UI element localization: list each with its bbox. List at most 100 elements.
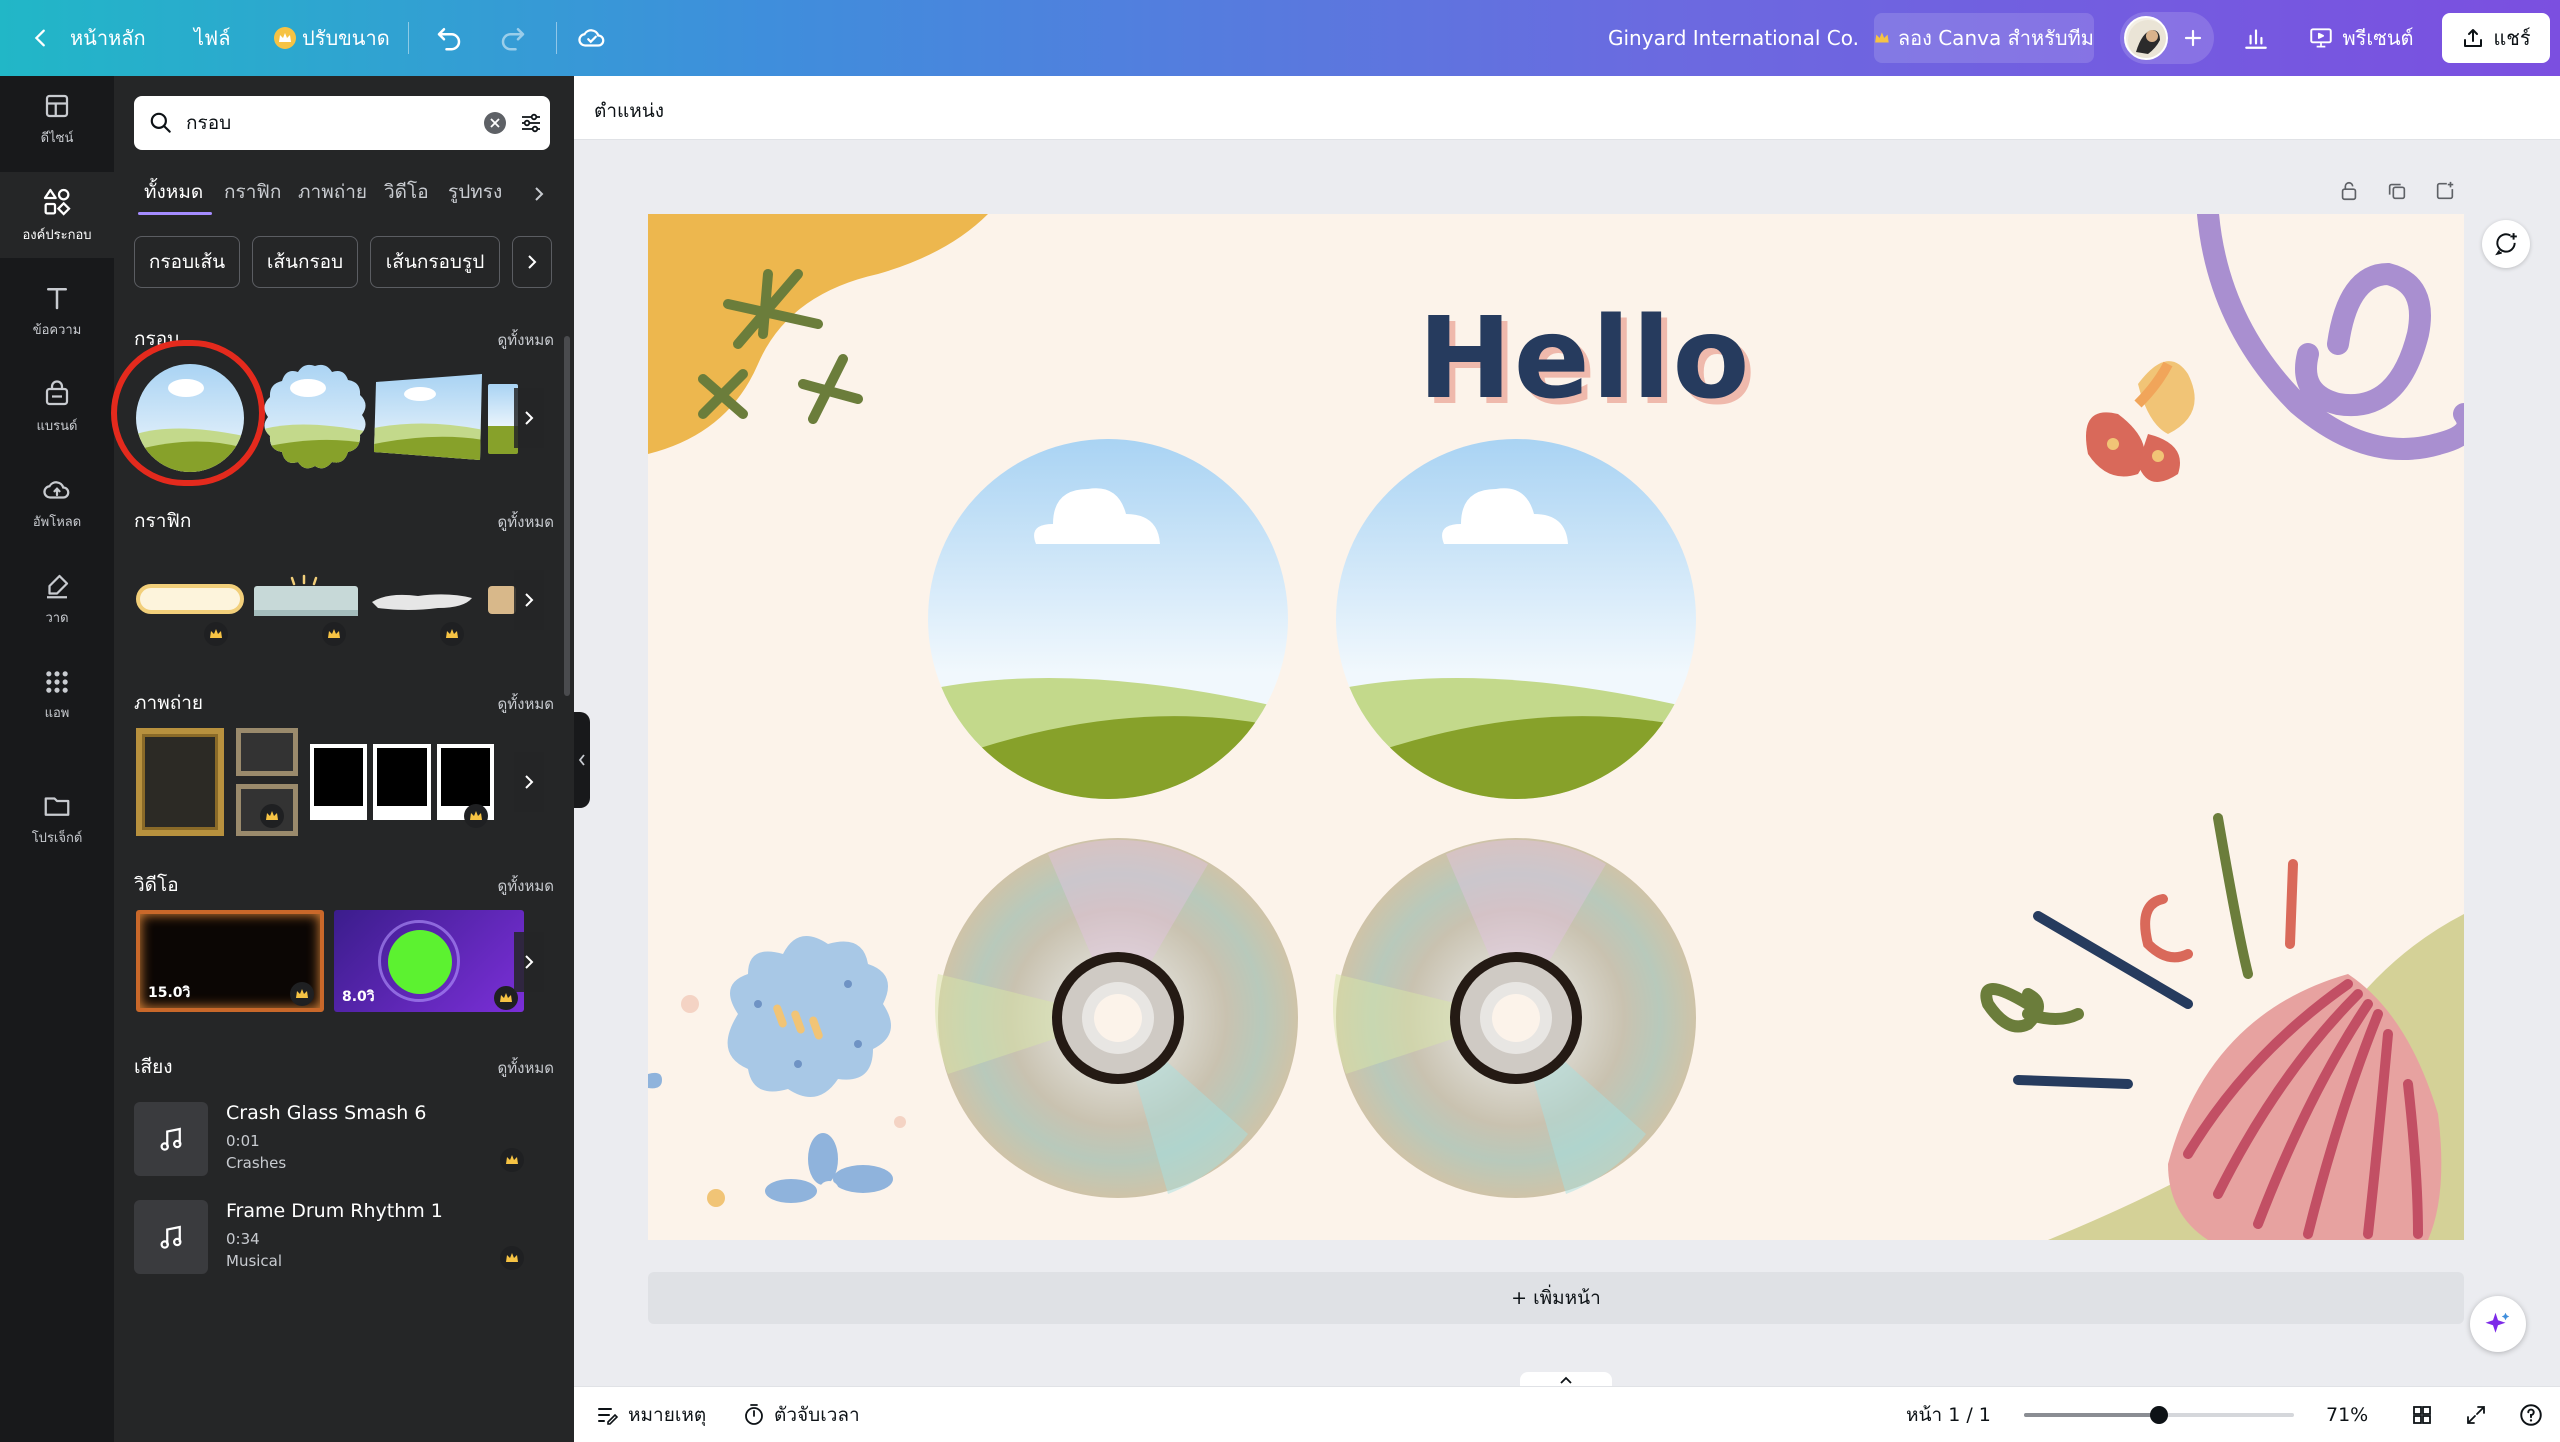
rail-item-uploads[interactable]: อัพโหลด — [0, 460, 114, 546]
collapse-panel-button[interactable] — [574, 712, 590, 808]
team-name[interactable]: Ginyard International Co. — [1608, 0, 1859, 76]
rail-item-text[interactable]: ข้อความ — [0, 268, 114, 354]
audio-item[interactable]: Frame Drum Rhythm 1 0:34 Musical — [134, 1194, 554, 1280]
grid-view-button[interactable] — [2410, 1387, 2434, 1442]
video-fire-frame[interactable]: 15.0วิ — [136, 910, 324, 1012]
section-title-videos: วิดีโอ — [134, 874, 179, 896]
frame-skewed-rectangle[interactable] — [374, 374, 484, 460]
comment-button[interactable] — [2482, 220, 2530, 268]
search-input[interactable] — [186, 110, 436, 136]
zoom-slider-handle[interactable] — [2150, 1406, 2168, 1424]
music-note-icon — [134, 1200, 208, 1274]
chip-border[interactable]: เส้นกรอบ — [252, 236, 358, 288]
undo-icon — [437, 28, 461, 51]
lock-page-button[interactable] — [2334, 176, 2364, 206]
chip-line-frame[interactable]: กรอบเส้น — [134, 236, 240, 288]
rail-item-brand[interactable]: แบรนด์ — [0, 364, 114, 450]
try-canva-teams-button[interactable]: ลอง Canva สำหรับทีม — [1874, 13, 2094, 63]
back-home-button[interactable]: หน้าหลัก — [30, 0, 146, 76]
brand-icon — [45, 379, 69, 405]
audio-duration: 0:01 — [226, 1132, 260, 1150]
fullscreen-button[interactable] — [2464, 1387, 2488, 1442]
help-button[interactable] — [2518, 1387, 2544, 1442]
photos-scroll-right-button[interactable] — [514, 752, 544, 812]
position-button[interactable]: ตำแหน่ง — [594, 96, 664, 126]
magic-assistant-button[interactable] — [2470, 1296, 2526, 1352]
close-icon — [490, 118, 500, 128]
cloud-save-button[interactable] — [576, 0, 608, 76]
search-box — [134, 96, 550, 150]
share-button[interactable]: แชร์ — [2442, 13, 2550, 63]
crown-icon — [1875, 32, 1889, 43]
undo-button[interactable] — [434, 0, 464, 76]
graphic-brush-stroke[interactable] — [368, 586, 476, 616]
crown-icon — [274, 27, 296, 49]
resize-button[interactable]: ปรับขนาด — [274, 0, 390, 76]
panel-scrollbar[interactable] — [564, 336, 570, 696]
search-icon — [150, 112, 171, 133]
video-green-circle[interactable]: 8.0วิ — [334, 910, 524, 1012]
filter-button[interactable] — [516, 108, 546, 138]
redo-button[interactable] — [498, 0, 528, 76]
tab-shapes[interactable]: รูปทรง — [448, 172, 502, 212]
frame-scalloped[interactable] — [260, 362, 370, 472]
graphics-scroll-right-button[interactable] — [514, 570, 544, 630]
video-duration: 8.0วิ — [342, 989, 375, 1005]
rail-item-projects[interactable]: โปรเจ็กต์ — [0, 776, 114, 862]
add-page-button[interactable]: + เพิ่มหน้า — [648, 1272, 2464, 1324]
see-all-audio-link[interactable]: ดูทั้งหมด — [498, 1056, 554, 1080]
see-all-photos-link[interactable]: ดูทั้งหมด — [498, 692, 554, 716]
heading-text[interactable]: Hello — [1418, 294, 1751, 424]
clear-search-button[interactable] — [484, 112, 506, 134]
zoom-slider[interactable] — [2024, 1406, 2294, 1424]
rail-item-apps[interactable]: แอพ — [0, 652, 114, 738]
crown-icon — [296, 989, 308, 998]
rail-label: ข้อความ — [32, 322, 82, 338]
file-menu-button[interactable]: ไฟล์ — [194, 0, 230, 76]
premium-crown-badge — [260, 804, 284, 828]
avatar[interactable] — [2124, 16, 2168, 60]
graphic-pill-frame[interactable] — [136, 584, 244, 614]
audio-item[interactable]: Crash Glass Smash 6 0:01 Crashes — [134, 1096, 554, 1182]
add-page-icon-button[interactable] — [2430, 176, 2460, 206]
plus-icon — [2184, 29, 2202, 47]
tab-videos[interactable]: วิดีโอ — [384, 172, 429, 212]
premium-crown-badge — [464, 804, 488, 828]
crown-icon — [470, 811, 482, 820]
present-button[interactable]: พรีเซนต์ — [2298, 13, 2422, 63]
insights-button[interactable] — [2230, 13, 2282, 63]
timer-button[interactable]: ตัวจับเวลา — [742, 1387, 860, 1442]
duplicate-page-button[interactable] — [2382, 176, 2412, 206]
crown-icon — [506, 1253, 518, 1262]
notes-button[interactable]: หมายเหตุ — [594, 1387, 706, 1442]
crown-icon — [328, 629, 340, 638]
tabs-scroll-right-button[interactable] — [524, 176, 554, 212]
premium-crown-badge — [290, 982, 314, 1006]
filter-sliders-icon — [522, 113, 540, 133]
see-all-videos-link[interactable]: ดูทั้งหมด — [498, 874, 554, 898]
frames-scroll-right-button[interactable] — [514, 388, 544, 448]
chips-scroll-right-button[interactable] — [512, 236, 552, 288]
graphic-partial[interactable] — [488, 586, 516, 614]
tab-graphics[interactable]: กราฟิก — [224, 172, 281, 212]
add-member-button[interactable] — [2176, 20, 2210, 56]
graphic-sticky-label[interactable] — [252, 574, 360, 618]
present-icon — [2309, 28, 2332, 48]
present-label: พรีเซนต์ — [2342, 26, 2414, 50]
rail-item-design[interactable]: ดีไซน์ — [0, 76, 114, 162]
compact-disc-2 — [1332, 838, 1696, 1198]
folder-icon — [44, 796, 70, 816]
zoom-level-button[interactable]: 71% — [2326, 1387, 2368, 1442]
rail-item-elements[interactable]: องค์ประกอบ — [0, 172, 114, 258]
crown-icon — [506, 1155, 518, 1164]
rail-item-draw[interactable]: วาด — [0, 556, 114, 642]
chip-photo-border[interactable]: เส้นกรอบรูป — [370, 236, 500, 288]
see-all-graphics-link[interactable]: ดูทั้งหมด — [498, 510, 554, 534]
design-page[interactable]: Hello — [648, 214, 2464, 1240]
page-indicator[interactable]: หน้า 1 / 1 — [1906, 1387, 1991, 1442]
tab-all[interactable]: ทั้งหมด — [144, 172, 203, 212]
videos-scroll-right-button[interactable] — [514, 932, 544, 992]
see-all-frames-link[interactable]: ดูทั้งหมด — [498, 328, 554, 352]
photo-gold-frame[interactable] — [136, 728, 224, 836]
tab-photos[interactable]: ภาพถ่าย — [298, 172, 367, 212]
